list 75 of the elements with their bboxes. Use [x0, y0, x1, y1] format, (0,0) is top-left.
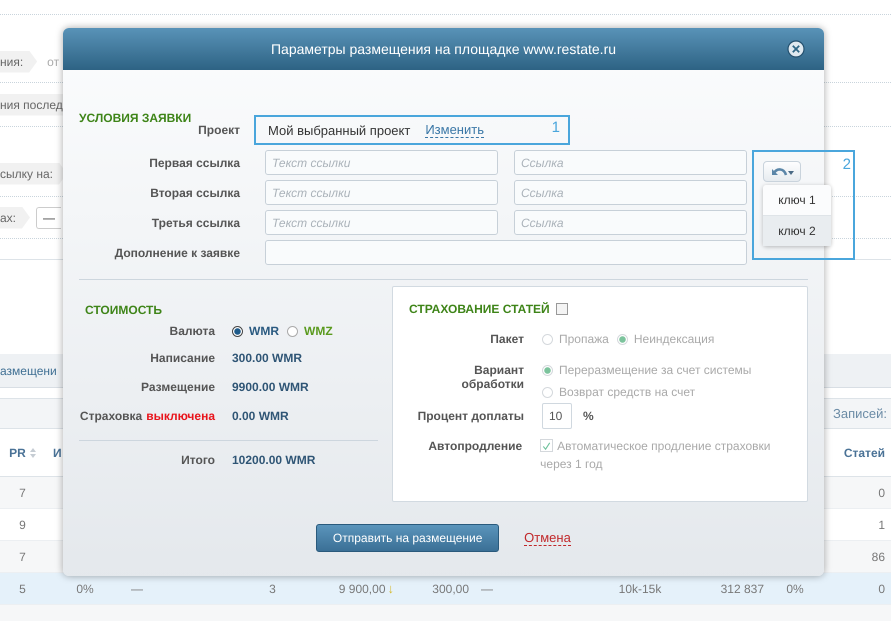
total-amount: 10200.00 WMR	[232, 452, 316, 466]
percent-field[interactable]: 10	[542, 403, 572, 429]
radio-label[interactable]: WMR	[249, 324, 279, 338]
table-cell: 0%	[786, 582, 804, 596]
table-cell: 10k-15k	[618, 582, 662, 596]
filter-label: ах:	[0, 206, 30, 228]
field-label: Пакет	[489, 332, 524, 346]
field-label: Итого	[180, 452, 215, 466]
tab[interactable]: азмещени	[0, 364, 57, 378]
radio-button[interactable]	[287, 326, 298, 336]
amount: 0.00 WMR	[232, 408, 289, 422]
table-cell: 5	[19, 582, 26, 596]
radio-button[interactable]	[232, 326, 243, 336]
link-text-field[interactable]: Текст ссылки	[265, 180, 498, 205]
section-heading: УСЛОВИЯ ЗАЯВКИ	[79, 111, 192, 125]
cancel-link[interactable]: Отмена	[524, 530, 571, 546]
table-cell: 1	[878, 518, 885, 532]
marker-number: 2	[842, 156, 851, 173]
checkbox[interactable]	[556, 303, 568, 315]
column-header[interactable]: PR	[9, 446, 36, 460]
field-label: Дополнение к заявке	[114, 246, 240, 260]
undo-icon	[769, 166, 795, 178]
field-label: Размещение	[140, 380, 215, 394]
table-cell: 9 900,00	[338, 582, 386, 596]
table-cell: —	[131, 582, 143, 596]
close-icon[interactable]	[787, 40, 805, 58]
filter-value: от	[47, 54, 60, 68]
table-cell: 300,00	[432, 582, 469, 596]
section-heading: СТРАХОВАНИЕ СТАТЕЙ	[409, 302, 550, 316]
link-text-field[interactable]: Текст ссылки	[265, 150, 498, 175]
field-label: Первая ссылка	[148, 156, 240, 170]
link-url-field[interactable]: Ссылка	[514, 210, 747, 235]
filter-field[interactable]: —	[36, 206, 62, 228]
project-name: Мой выбранный проект	[268, 122, 410, 138]
field-label: Процент доплаты	[416, 409, 524, 423]
column-header[interactable]: И	[53, 446, 62, 460]
dialog-title: Параметры размещения на площадке www.restate.ru	[270, 41, 616, 57]
link-url-field[interactable]: Ссылка	[514, 150, 747, 175]
table-cell: 0	[878, 582, 885, 596]
sort-icon[interactable]	[30, 448, 36, 458]
amount: 9900.00 WMR	[232, 380, 309, 394]
change-link[interactable]: Изменить	[425, 122, 484, 138]
submit-button[interactable]: Отправить на размещение	[316, 524, 500, 552]
field-label: Вариант обработки	[460, 363, 524, 391]
table-cell: 86	[872, 550, 885, 564]
marker-number: 1	[552, 119, 560, 136]
undo-dropdown-button[interactable]	[763, 161, 801, 182]
field-label: Третья ссылка	[150, 216, 240, 230]
column-header[interactable]: Статей	[844, 446, 885, 460]
filter-label: ния:	[0, 50, 38, 72]
status-text: выключена	[146, 408, 215, 422]
table-cell: 7	[19, 550, 26, 564]
amount: 300.00 WMR	[232, 350, 302, 364]
table-cell: 0%	[76, 582, 94, 596]
unit-label: %	[583, 409, 594, 423]
field-label: Написание	[149, 350, 215, 364]
field-label: Валюта	[168, 324, 215, 338]
table-cell: 312 837	[720, 582, 764, 596]
field-label: Страховка выключена	[79, 408, 215, 422]
field-label: Проект	[197, 123, 240, 137]
field-label: Автопродление	[427, 439, 522, 453]
trend-arrow: ↓	[388, 581, 394, 596]
records-label: Записей:	[833, 406, 887, 421]
table-cell: 9	[19, 518, 26, 532]
table-cell: 0	[878, 486, 885, 500]
section-heading: СТОИМОСТЬ	[84, 303, 164, 317]
menu-item[interactable]: ключ 2	[763, 216, 831, 246]
radio-label[interactable]: WMZ	[304, 324, 333, 338]
link-url-field[interactable]: Ссылка	[514, 180, 747, 205]
link-text-field[interactable]: Текст ссылки	[265, 210, 498, 235]
table-cell: 3	[269, 582, 276, 596]
table-cell: —	[481, 582, 493, 596]
field-label: Вторая ссылка	[149, 186, 240, 200]
table-cell: 7	[19, 486, 26, 500]
addition-field[interactable]	[265, 240, 747, 265]
